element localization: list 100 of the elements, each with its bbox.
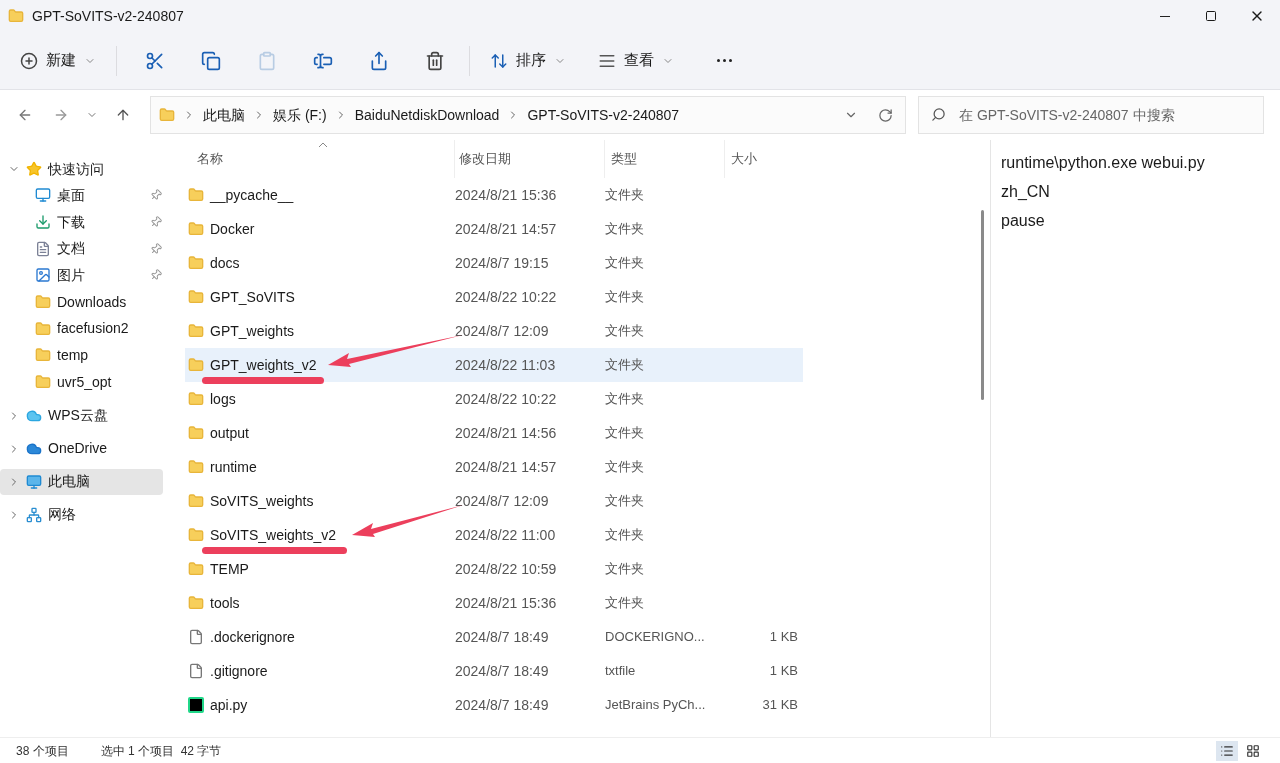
address-bar[interactable]: 此电脑 娱乐 (F:) BaiduNetdiskDownload GPT-SoVITS-v2-240807 xyxy=(150,96,906,134)
sidebar-item[interactable]: 文档 xyxy=(0,235,168,263)
clipboard-icon xyxy=(257,50,277,71)
folder-icon xyxy=(188,221,204,237)
file-row[interactable]: .gitignore 2024/8/7 18:49 txtfile 1 KB xyxy=(185,654,803,688)
breadcrumb[interactable]: BaiduNetdiskDownload xyxy=(354,104,500,126)
modified-date: 2024/8/21 15:36 xyxy=(455,593,558,613)
view-button[interactable]: 查看 xyxy=(590,43,682,78)
column-header[interactable]: 类型 xyxy=(605,140,725,178)
file-name: .dockerignore xyxy=(210,627,295,647)
modified-date: 2024/8/7 12:09 xyxy=(455,491,550,511)
folder-icon xyxy=(188,493,204,509)
file-row[interactable]: GPT_weights_v2 2024/8/22 11:03 文件夹 xyxy=(185,348,803,382)
file-row[interactable]: Docker 2024/8/21 14:57 文件夹 xyxy=(185,212,803,246)
sidebar-item[interactable]: 快速访问 xyxy=(0,156,163,182)
folder-icon xyxy=(188,255,204,271)
folder-icon xyxy=(35,320,51,337)
file-row[interactable]: __pycache__ 2024/8/21 15:36 文件夹 xyxy=(185,178,803,212)
file-row[interactable]: tools 2024/8/21 15:36 文件夹 xyxy=(185,586,803,620)
sidebar-item[interactable]: 网络 xyxy=(0,501,163,528)
column-header[interactable]: 修改日期 xyxy=(455,140,605,178)
file-row[interactable]: GPT_weights 2024/8/7 12:09 文件夹 xyxy=(185,314,803,348)
preview-text-line: pause xyxy=(1001,211,1046,231)
file-type: 文件夹 xyxy=(605,220,645,239)
modified-date: 2024/8/22 11:00 xyxy=(455,525,557,545)
folder-icon xyxy=(188,357,204,373)
sidebar-item[interactable]: 此电脑 xyxy=(0,468,163,495)
sidebar-item[interactable]: facefusion2 xyxy=(0,315,168,343)
grid-icon xyxy=(1246,743,1260,758)
plus-icon xyxy=(20,51,38,70)
file-type: 文件夹 xyxy=(605,254,645,273)
file-name: TEMP xyxy=(210,559,249,579)
file-type: 文件夹 xyxy=(605,424,645,443)
file-type: 文件夹 xyxy=(605,458,645,477)
file-row[interactable]: runtime 2024/8/21 14:57 文件夹 xyxy=(185,450,803,484)
refresh-icon[interactable] xyxy=(878,107,893,123)
file-name: logs xyxy=(210,389,236,409)
new-button[interactable]: 新建 xyxy=(12,43,104,78)
file-row[interactable]: SoVITS_weights_v2 2024/8/22 11:00 文件夹 xyxy=(185,518,803,552)
file-type: JetBrains PyCh... xyxy=(605,696,707,715)
file-name: GPT_weights xyxy=(210,321,295,341)
download-icon xyxy=(35,214,51,231)
sidebar-item[interactable]: 下载 xyxy=(0,208,168,236)
file-row[interactable]: SoVITS_weights 2024/8/7 12:09 文件夹 xyxy=(185,484,803,518)
network-icon xyxy=(26,506,42,523)
modified-date: 2024/8/21 15:36 xyxy=(455,185,558,205)
file-name: .gitignore xyxy=(210,661,268,681)
column-header[interactable]: 大小 xyxy=(725,140,800,178)
sidebar-item[interactable]: 图片 xyxy=(0,262,168,289)
copy-icon xyxy=(201,50,221,71)
maximize-icon xyxy=(1205,10,1217,22)
file-name: runtime xyxy=(210,457,257,477)
file-row[interactable]: .dockerignore 2024/8/7 18:49 DOCKERIGNO... 1 KB xyxy=(185,620,803,654)
sort-button[interactable]: 排序 xyxy=(482,43,574,78)
file-type: 文件夹 xyxy=(605,186,645,205)
modified-date: 2024/8/21 14:56 xyxy=(455,423,558,443)
sidebar-item[interactable]: Downloads xyxy=(0,288,168,316)
sidebar-item[interactable]: temp xyxy=(0,342,168,369)
file-row[interactable]: output 2024/8/21 14:56 文件夹 xyxy=(185,416,803,450)
file-icon xyxy=(188,663,204,679)
pycharm-icon xyxy=(188,697,204,713)
image-icon xyxy=(35,267,51,284)
share-icon xyxy=(369,50,389,71)
breadcrumb[interactable]: 此电脑 xyxy=(203,104,245,126)
folder-icon xyxy=(188,459,204,475)
details-view-button[interactable] xyxy=(1216,740,1238,761)
folder-icon xyxy=(188,391,204,407)
folder-icon xyxy=(188,425,204,441)
more-icon xyxy=(716,59,732,62)
sidebar-item[interactable]: OneDrive xyxy=(0,435,163,462)
search-field[interactable]: 在 GPT-SoVITS-v2-240807 中搜索 xyxy=(918,96,1264,134)
sidebar-item[interactable]: 桌面 xyxy=(0,182,168,209)
breadcrumb[interactable]: 娱乐 (F:) xyxy=(273,104,327,126)
scissors-icon xyxy=(145,50,165,71)
file-name: GPT_SoVITS xyxy=(210,287,295,307)
file-row[interactable]: docs 2024/8/7 19:15 文件夹 xyxy=(185,246,803,280)
file-row[interactable]: GPT_SoVITS 2024/8/22 10:22 文件夹 xyxy=(185,280,803,314)
modified-date: 2024/8/21 14:57 xyxy=(455,457,558,477)
file-size: 1 KB xyxy=(768,662,798,681)
file-type: 文件夹 xyxy=(605,288,645,307)
file-type: 文件夹 xyxy=(605,390,645,409)
file-row[interactable]: logs 2024/8/22 10:22 文件夹 xyxy=(185,382,803,416)
modified-date: 2024/8/22 10:22 xyxy=(455,287,558,307)
file-row[interactable]: TEMP 2024/8/22 10:59 文件夹 xyxy=(185,552,803,586)
file-row[interactable]: api.py 2024/8/7 18:49 JetBrains PyCh... 31 KB xyxy=(185,688,803,722)
file-type: txtfile xyxy=(605,662,637,681)
file-type: 文件夹 xyxy=(605,560,645,579)
sidebar-item[interactable]: WPS云盘 xyxy=(0,402,163,429)
folder-icon xyxy=(188,289,204,305)
selection-info: 选中 1 个项目 42 字节 xyxy=(100,742,222,760)
breadcrumb[interactable]: GPT-SoVITS-v2-240807 xyxy=(527,104,680,126)
file-type: 文件夹 xyxy=(605,356,645,375)
sidebar-item[interactable]: uvr5_opt xyxy=(0,368,168,396)
folder-icon xyxy=(188,595,204,611)
file-name: SoVITS_weights_v2 xyxy=(210,525,337,545)
document-icon xyxy=(35,240,51,257)
column-header[interactable]: 名称 xyxy=(185,140,455,178)
modified-date: 2024/8/22 11:03 xyxy=(455,355,557,375)
scrollbar-thumb[interactable] xyxy=(981,210,984,400)
file-size: 1 KB xyxy=(768,628,798,647)
